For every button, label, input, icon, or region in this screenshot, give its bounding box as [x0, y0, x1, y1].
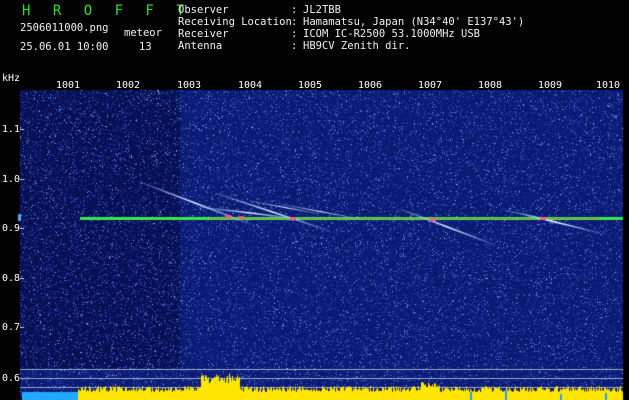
- y-tick-label: 0.8: [2, 273, 21, 284]
- spectrogram: [0, 69, 629, 400]
- x-tick-label: 1009: [537, 80, 563, 91]
- station-value: JL2TBB: [303, 4, 341, 16]
- station-key: Receiver: [178, 28, 229, 40]
- station-row-location: Receiving Location: Hamamatsu, Japan (N3…: [178, 16, 525, 28]
- station-key: Receiving Location: [178, 16, 292, 28]
- y-tick-label: 1.0: [2, 174, 21, 185]
- station-key: Observer: [178, 4, 229, 16]
- y-tick-label: 1.1: [2, 124, 21, 135]
- x-tick-label: 1008: [477, 80, 503, 91]
- station-info: Observer: JL2TBB Receiving Location: Ham…: [178, 4, 524, 52]
- x-tick-label: 1004: [237, 80, 263, 91]
- y-tick-label: 0.6: [2, 373, 21, 384]
- station-row-antenna: Antenna: HB9CV Zenith dir.: [178, 40, 411, 52]
- station-row-observer: Observer: JL2TBB: [178, 4, 341, 16]
- meteor-label: meteor: [124, 27, 162, 39]
- x-tick-label: 1005: [297, 80, 323, 91]
- meteor-count: 13: [139, 41, 152, 53]
- x-tick-label: 1006: [357, 80, 383, 91]
- x-tick-label: 1003: [176, 80, 202, 91]
- y-tick-label: 0.9: [2, 223, 21, 234]
- x-tick-label: 1001: [55, 80, 81, 91]
- filename-label: 2506011000.png: [20, 22, 109, 34]
- app-title: H R O F F T: [22, 3, 192, 19]
- station-value: ICOM IC-R2500 53.1000MHz USB: [303, 28, 481, 40]
- x-tick-label: 1002: [115, 80, 141, 91]
- y-axis-unit: kHz: [2, 73, 21, 84]
- station-key: Antenna: [178, 40, 223, 52]
- station-value: HB9CV Zenith dir.: [303, 40, 411, 52]
- datetime-label: 25.06.01 10:00: [20, 41, 109, 53]
- station-row-receiver: Receiver: ICOM IC-R2500 53.1000MHz USB: [178, 28, 481, 40]
- station-value: Hamamatsu, Japan (N34°40' E137°43'): [303, 16, 525, 28]
- x-tick-label: 1010: [595, 80, 621, 91]
- y-tick-label: 0.7: [2, 322, 21, 333]
- x-tick-label: 1007: [417, 80, 443, 91]
